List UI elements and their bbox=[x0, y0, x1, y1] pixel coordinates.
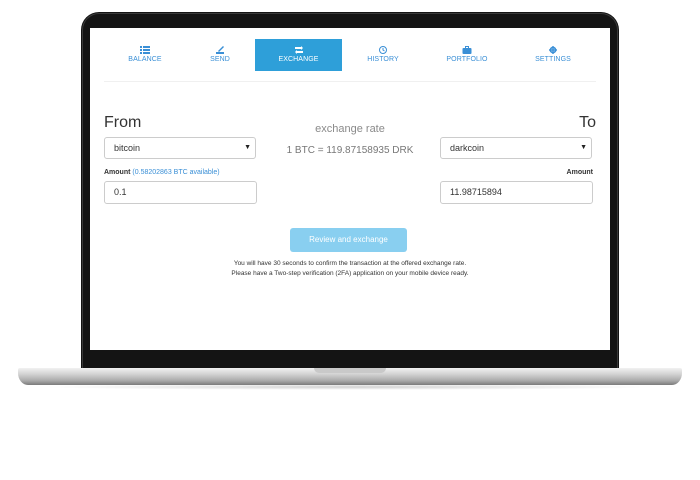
clock-icon bbox=[379, 46, 387, 54]
nav-divider bbox=[104, 81, 596, 82]
to-currency-value: darkcoin bbox=[450, 143, 485, 153]
from-amount-label: Amount (0.58202863 BTC available) bbox=[104, 169, 220, 176]
tab-send-label: SEND bbox=[210, 56, 230, 63]
tab-settings[interactable]: SETTINGS bbox=[522, 39, 584, 71]
main-nav: BALANCE SEND EXCHANGE HISTORY PORTFOLIO … bbox=[90, 39, 610, 71]
twofa-note: Please have a Two-step verification (2FA… bbox=[231, 270, 469, 277]
to-amount-label: Amount bbox=[566, 169, 593, 176]
available-balance: (0.58202863 BTC available) bbox=[132, 169, 220, 176]
from-currency-value: bitcoin bbox=[114, 143, 141, 153]
from-currency-select[interactable]: bitcoin ▼ bbox=[104, 137, 256, 159]
tab-exchange[interactable]: EXCHANGE bbox=[255, 39, 342, 71]
gear-icon bbox=[549, 46, 557, 54]
list-icon bbox=[140, 46, 150, 54]
tab-settings-label: SETTINGS bbox=[535, 56, 571, 63]
laptop-notch bbox=[314, 368, 386, 373]
review-exchange-button[interactable]: Review and exchange bbox=[290, 228, 407, 252]
to-currency-select[interactable]: darkcoin ▼ bbox=[440, 137, 592, 159]
to-amount-input[interactable]: 11.98715894 bbox=[440, 181, 593, 204]
laptop-base bbox=[18, 368, 682, 385]
tab-portfolio[interactable]: PORTFOLIO bbox=[436, 39, 498, 71]
tab-send[interactable]: SEND bbox=[190, 39, 250, 71]
laptop-bezel: BALANCE SEND EXCHANGE HISTORY PORTFOLIO … bbox=[81, 12, 619, 368]
chevron-down-icon: ▼ bbox=[580, 144, 587, 151]
chevron-down-icon: ▼ bbox=[244, 144, 251, 151]
send-icon bbox=[216, 46, 224, 54]
tab-balance-label: BALANCE bbox=[128, 56, 162, 63]
tab-portfolio-label: PORTFOLIO bbox=[446, 56, 488, 63]
tab-history[interactable]: HISTORY bbox=[352, 39, 414, 71]
exchange-icon bbox=[294, 46, 303, 54]
app-screen: BALANCE SEND EXCHANGE HISTORY PORTFOLIO … bbox=[90, 28, 610, 350]
from-amount-label-text: Amount bbox=[104, 169, 131, 176]
exchange-rate-title: exchange rate bbox=[315, 123, 385, 135]
from-amount-input[interactable]: 0.1 bbox=[104, 181, 257, 204]
confirm-note: You will have 30 seconds to confirm the … bbox=[233, 260, 467, 267]
briefcase-icon bbox=[462, 46, 472, 54]
tab-history-label: HISTORY bbox=[367, 56, 399, 63]
tab-balance[interactable]: BALANCE bbox=[114, 39, 176, 71]
tab-exchange-label: EXCHANGE bbox=[278, 56, 319, 63]
